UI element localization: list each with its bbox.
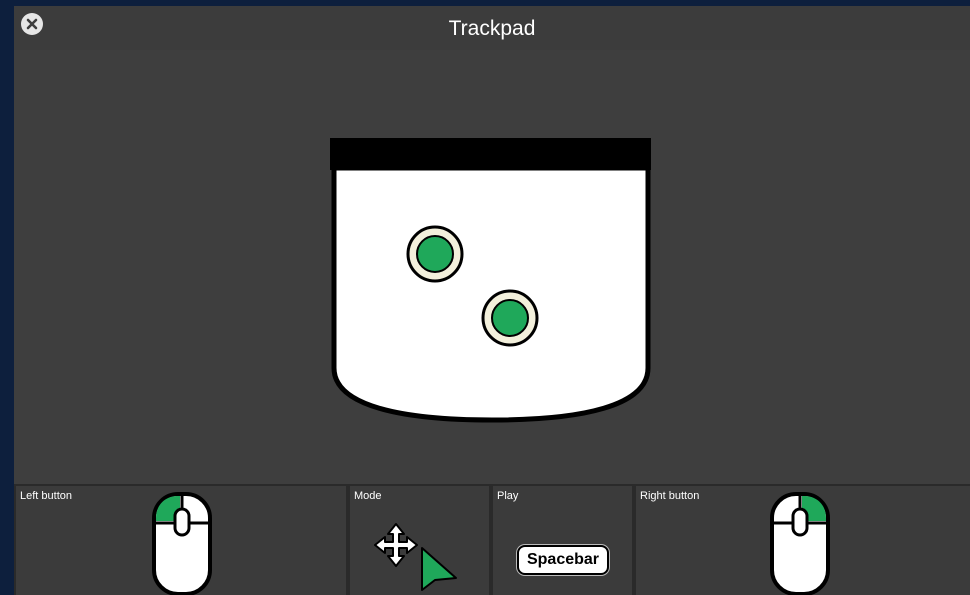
panel-label: Left button xyxy=(20,490,72,502)
trackpad-header xyxy=(330,138,651,170)
touch-point[interactable] xyxy=(406,225,464,283)
window-title: Trackpad xyxy=(448,17,536,40)
panel-label: Play xyxy=(497,490,519,502)
spacebar-key[interactable]: Spacebar xyxy=(517,545,609,575)
mouse-right-click-icon xyxy=(770,492,830,595)
move-arrows-icon xyxy=(374,523,418,567)
left-button-panel[interactable]: Left button xyxy=(16,486,346,595)
trackpad-area xyxy=(14,50,970,484)
mode-icon xyxy=(374,523,457,591)
close-button[interactable] xyxy=(21,13,43,35)
panel-label: Right button xyxy=(640,490,700,502)
close-icon xyxy=(26,18,38,30)
titlebar: Trackpad xyxy=(14,6,970,50)
right-button-panel[interactable]: Right button xyxy=(636,486,970,595)
mode-panel[interactable]: Mode xyxy=(350,486,489,595)
trackpad-surface[interactable] xyxy=(330,138,651,423)
panel-label: Mode xyxy=(354,490,382,502)
control-bar: Left button Mode Play Spacebar Right but… xyxy=(14,484,970,595)
pointer-cursor-icon xyxy=(421,547,457,591)
touch-point[interactable] xyxy=(481,289,539,347)
play-panel[interactable]: Play Spacebar xyxy=(493,486,632,595)
mouse-left-click-icon xyxy=(152,492,212,595)
trackpad-window: Trackpad Left button Mode Play Spacebar … xyxy=(14,6,970,595)
trackpad-canvas xyxy=(330,138,651,423)
